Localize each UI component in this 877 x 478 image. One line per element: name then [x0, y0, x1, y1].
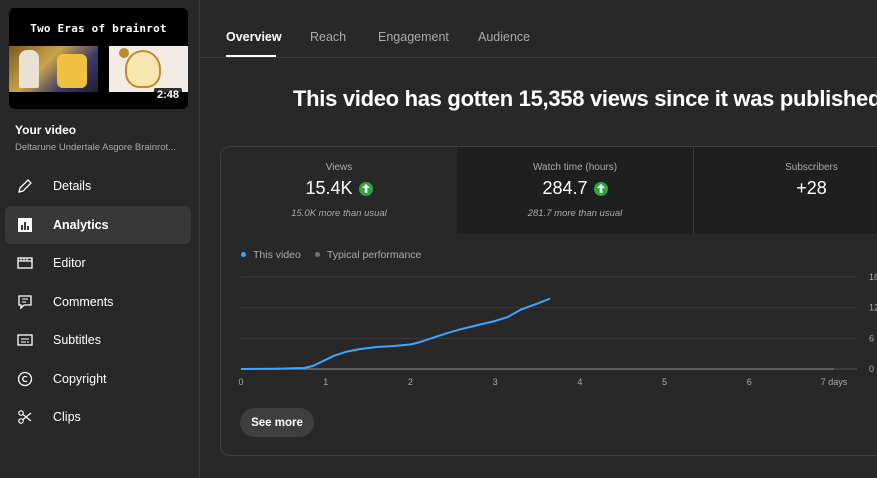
metric-subscribers[interactable]: Subscribers +28 [693, 147, 877, 234]
legend-typical-performance: Typical performance [314, 249, 421, 261]
comments-icon [17, 294, 33, 310]
views-chart[interactable]: 06121801234567 days [221, 265, 877, 395]
sidebar-item-label: Subtitles [53, 333, 101, 348]
arrow-up-icon [358, 181, 373, 196]
thumbnail-title: Two Eras of brainrot [30, 22, 167, 35]
x-tick-label: 0 [238, 377, 243, 387]
page-headline: This video has gotten 15,358 views since… [293, 86, 877, 111]
metric-watch-time[interactable]: Watch time (hours) 284.7 281.7 more than… [457, 147, 693, 234]
x-tick-label: 6 [747, 377, 752, 387]
sidebar-item-editor[interactable]: Editor [5, 244, 191, 283]
arrow-up-icon [593, 181, 608, 196]
metric-label: Views [325, 162, 353, 173]
metric-label: Watch time (hours) [532, 162, 618, 173]
series-line-this-video [240, 297, 551, 370]
legend-this-video: This video [241, 249, 301, 261]
copyright-icon [17, 371, 33, 387]
see-more-button[interactable]: See more [240, 408, 314, 437]
sidebar-item-analytics[interactable]: Analytics [5, 205, 191, 244]
x-tick-label: 4 [577, 377, 582, 387]
tab-audience[interactable]: Audience [478, 30, 530, 44]
metric-value: +28 [796, 178, 827, 198]
video-name: Deltarune Undertale Asgore Brainrot... [15, 142, 177, 153]
sidebar-item-label: Analytics [53, 217, 109, 232]
x-tick-label: 1 [323, 377, 328, 387]
tab-engagement[interactable]: Engagement [378, 30, 449, 44]
y-tick-label: 0 [869, 364, 874, 374]
main-content: Overview Reach Engagement Audience This … [201, 0, 877, 478]
tab-overview[interactable]: Overview [226, 30, 282, 44]
subtitles-icon [17, 332, 33, 348]
y-tick-label: 6 [869, 333, 874, 343]
active-tab-indicator [226, 55, 276, 57]
your-video-label: Your video [15, 123, 77, 137]
analytics-icon [17, 217, 33, 233]
metric-label: Subscribers [785, 162, 838, 173]
sidebar-item-subtitles[interactable]: Subtitles [5, 321, 191, 360]
metric-value: 284.7 [542, 178, 588, 198]
x-tick-label: 5 [662, 377, 667, 387]
thumbnail-art-right [109, 46, 188, 92]
metric-comparison: 15.0K more than usual [291, 208, 387, 219]
sidebar-item-label: Copyright [53, 371, 107, 386]
thumbnail-art-left [9, 46, 98, 92]
tab-reach[interactable]: Reach [310, 30, 346, 44]
editor-icon [17, 255, 33, 271]
scissors-icon [17, 409, 33, 425]
x-tick-label: 3 [493, 377, 498, 387]
metric-value: 15.4K [305, 178, 353, 198]
analytics-tabs: Overview Reach Engagement Audience [201, 0, 877, 58]
sidebar-item-comments[interactable]: Comments [5, 283, 191, 322]
y-tick-label: 12 [869, 303, 877, 313]
sidebar-item-copyright[interactable]: Copyright [5, 360, 191, 399]
sidebar: Two Eras of brainrot 2:48 Your video Del… [0, 0, 200, 478]
metric-comparison: 281.7 more than usual [527, 208, 623, 219]
sidebar-item-label: Editor [53, 256, 86, 271]
video-thumbnail[interactable]: Two Eras of brainrot 2:48 [9, 8, 188, 109]
x-tick-label: 2 [408, 377, 413, 387]
y-tick-label: 18 [869, 272, 877, 282]
overview-card: Views 15.4K 15.0K more than usual Watch … [220, 146, 877, 456]
sidebar-nav: Details Analytics Editor Comments Subtit… [5, 167, 191, 437]
x-tick-label: 7 days [821, 377, 848, 387]
pencil-icon [17, 178, 33, 194]
video-duration: 2:48 [153, 88, 182, 102]
metric-views[interactable]: Views 15.4K 15.0K more than usual [221, 147, 457, 234]
chart-legend: This video Typical performance [241, 249, 421, 261]
sidebar-item-clips[interactable]: Clips [5, 398, 191, 437]
sidebar-item-label: Comments [53, 294, 114, 309]
sidebar-item-label: Details [53, 179, 92, 194]
sidebar-item-details[interactable]: Details [5, 167, 191, 206]
sidebar-item-label: Clips [53, 410, 81, 425]
